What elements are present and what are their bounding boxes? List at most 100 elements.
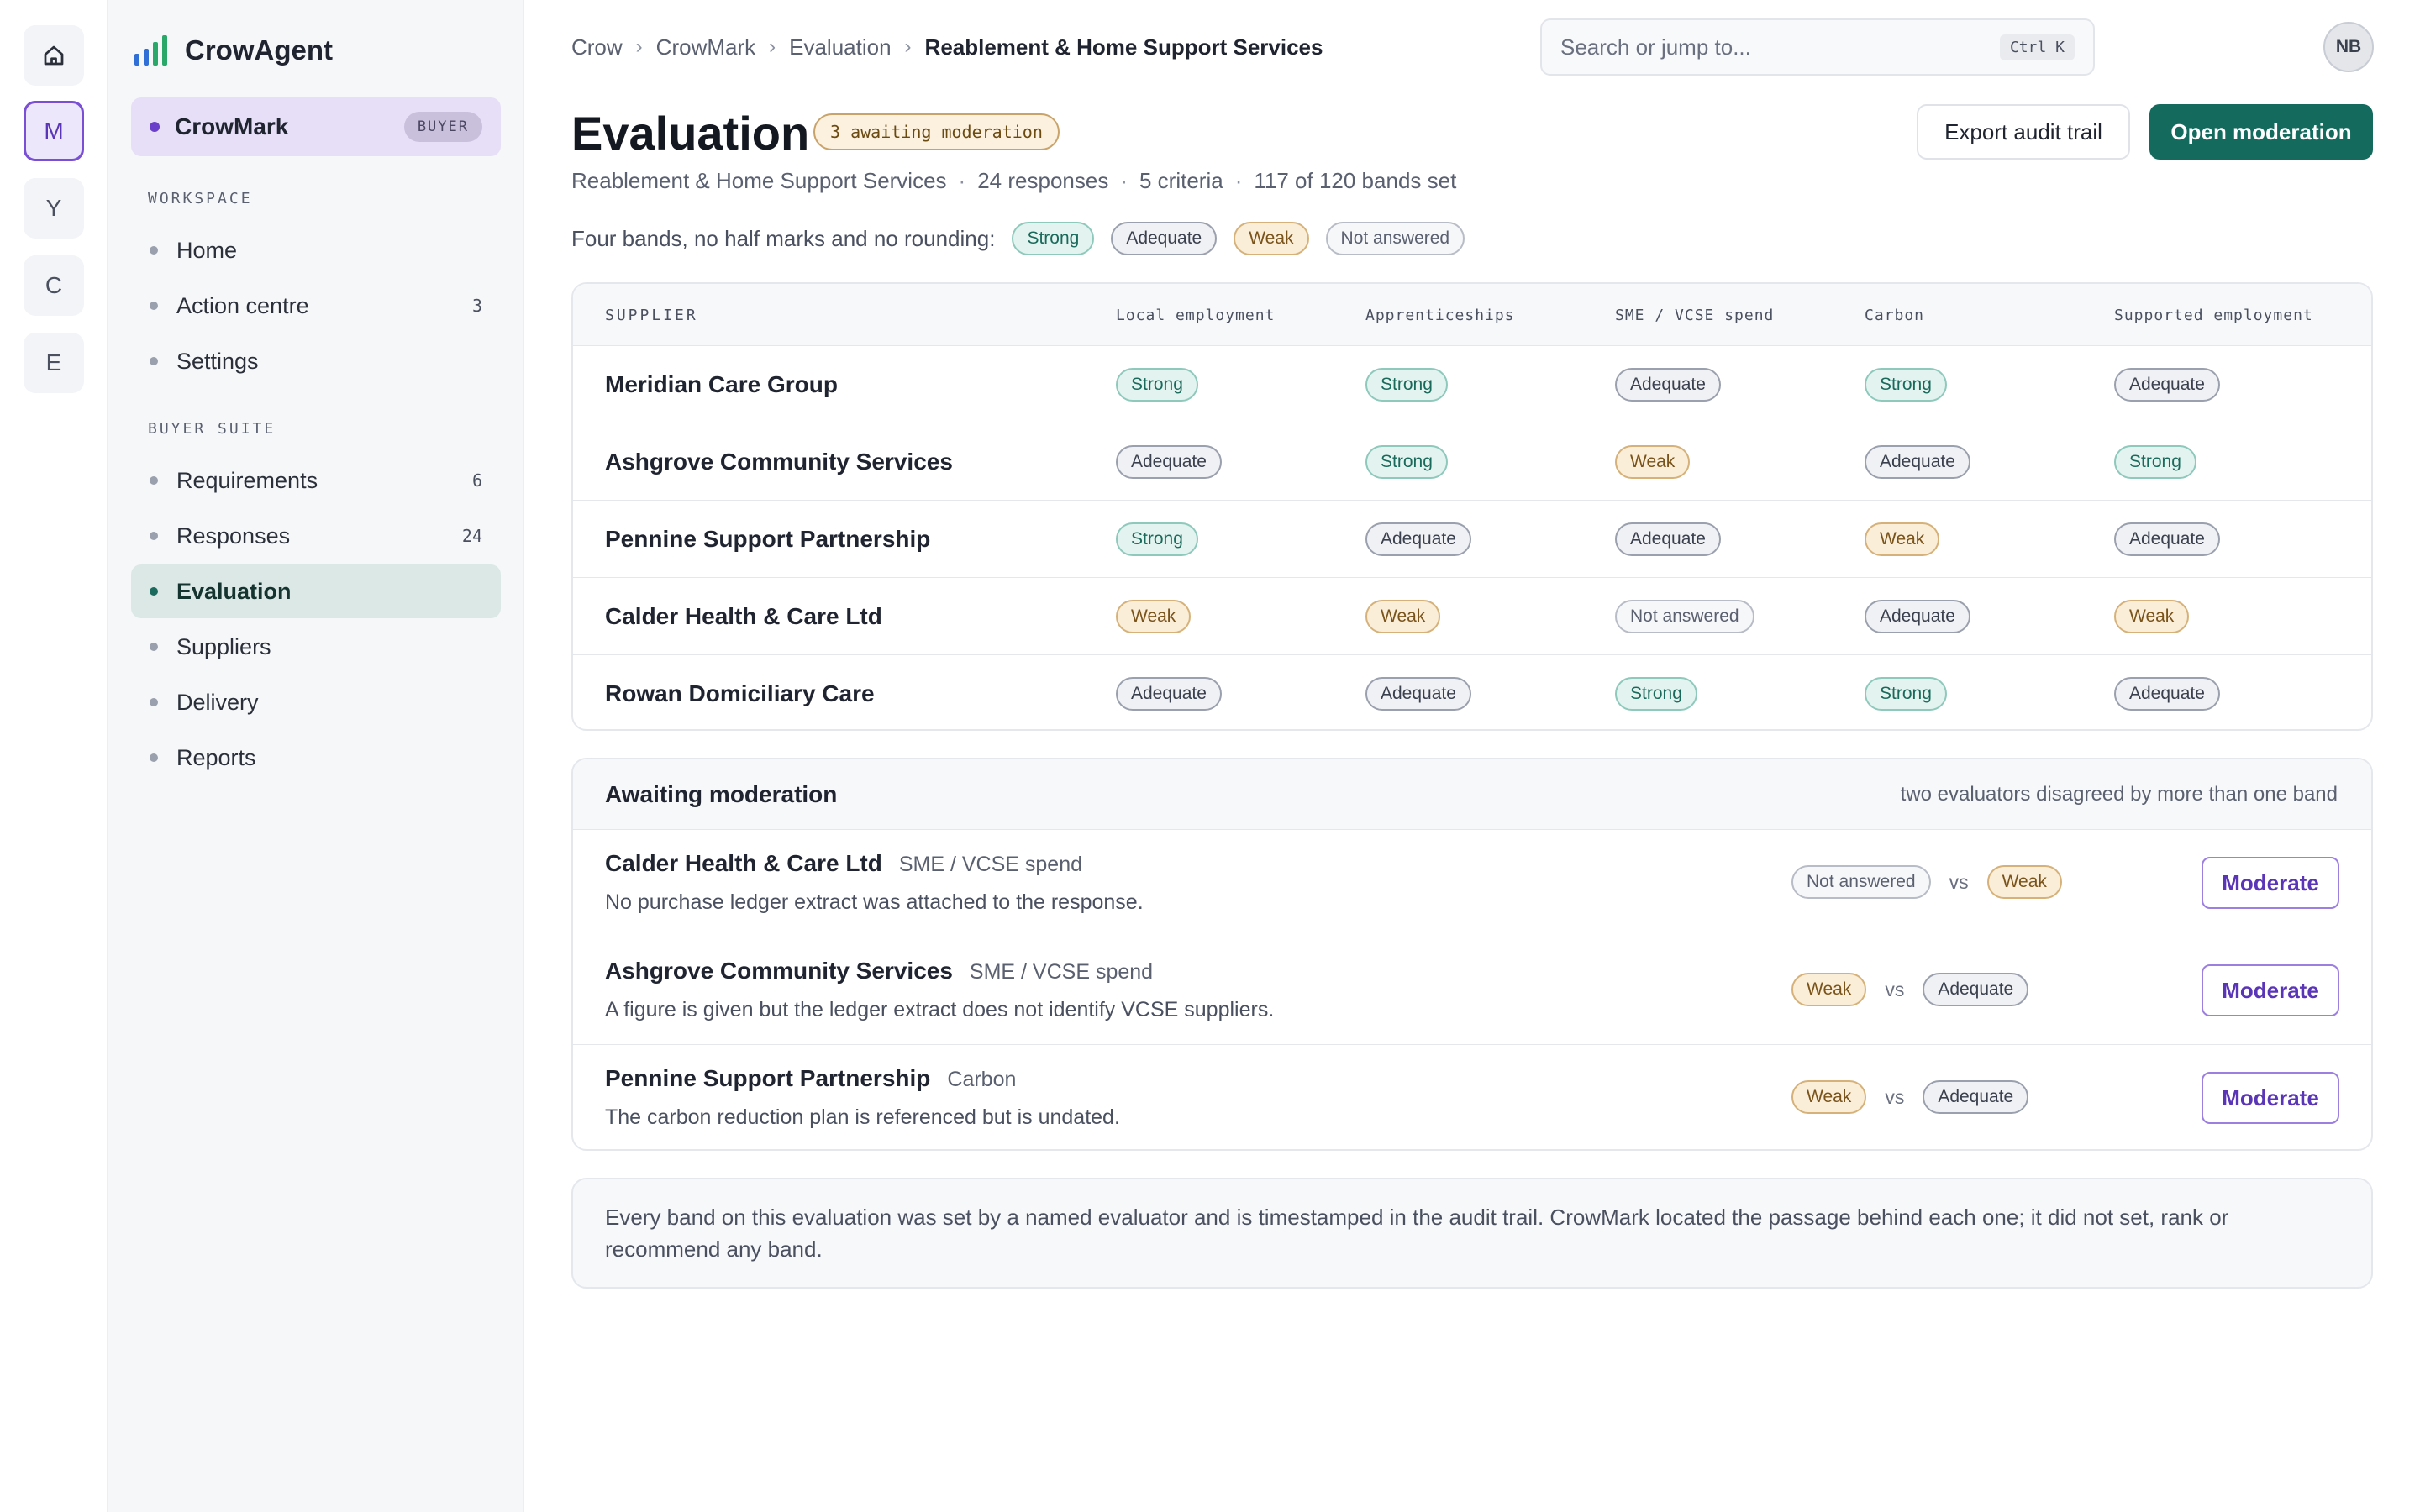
band-legend-strong: Strong	[1012, 222, 1095, 255]
band-pill-strong[interactable]: Strong	[1116, 368, 1198, 402]
moderation-criterion: SME / VCSE spend	[898, 853, 1083, 876]
band-pill-adequate[interactable]: Adequate	[1365, 522, 1471, 556]
separator-dot: ·	[1234, 168, 1243, 193]
moderate-button[interactable]: Moderate	[2202, 964, 2339, 1016]
product-switcher[interactable]: CrowMark BUYER	[131, 97, 501, 156]
chevron-right-icon: ›	[904, 35, 912, 58]
sidebar-item-settings[interactable]: Settings	[131, 334, 501, 388]
band-pill-weak[interactable]: Weak	[1116, 600, 1192, 633]
role-badge: BUYER	[403, 112, 482, 142]
bullet-icon	[150, 357, 158, 365]
subtitle-responses: 24 responses	[977, 168, 1109, 193]
band-pill-adequate[interactable]: Adequate	[2114, 677, 2220, 711]
column-header-criterion: Local employment	[1116, 306, 1276, 324]
band-legend-adequate: Adequate	[1111, 222, 1218, 255]
supplier-name: Pennine Support Partnership	[605, 526, 931, 552]
sidebar-item-label: Delivery	[176, 689, 259, 715]
band-pill-adequate[interactable]: Adequate	[1865, 445, 1970, 479]
moderation-supplier: Calder Health & Care Ltd	[605, 850, 882, 876]
open-moderation-button[interactable]: Open moderation	[2149, 104, 2373, 160]
search-input[interactable]	[1560, 34, 2000, 60]
moderation-criterion: SME / VCSE spend	[969, 960, 1154, 984]
sidebar-item-count: 3	[471, 296, 482, 316]
sidebar-item-requirements[interactable]: Requirements 6	[131, 454, 501, 507]
table-row[interactable]: Ashgrove Community Services Adequate Stron…	[573, 423, 2371, 501]
band-pill-weak[interactable]: Weak	[1865, 522, 1940, 556]
sidebar-item-suppliers[interactable]: Suppliers	[131, 620, 501, 674]
rail-app-c[interactable]: C	[24, 255, 84, 316]
sidebar-item-responses[interactable]: Responses 24	[131, 509, 501, 563]
band-pill-strong[interactable]: Strong	[1365, 445, 1448, 479]
band-pill-adequate: Adequate	[1923, 973, 2029, 1006]
column-header-criterion: Carbon	[1865, 306, 1925, 324]
band-pill-strong[interactable]: Strong	[1865, 677, 1947, 711]
sidebar-item-action-centre[interactable]: Action centre 3	[131, 279, 501, 333]
table-row[interactable]: Pennine Support Partnership Strong Adequat…	[573, 501, 2371, 578]
brand[interactable]: CrowAgent	[134, 30, 333, 71]
band-pill-not-answered[interactable]: Not answered	[1615, 600, 1754, 633]
band-pill-strong[interactable]: Strong	[2114, 445, 2196, 479]
rail-app-e[interactable]: E	[24, 333, 84, 393]
band-pill-adequate[interactable]: Adequate	[1116, 445, 1222, 479]
band-pill-weak: Weak	[1791, 973, 1867, 1006]
moderation-item-heading: Pennine Support Partnership Carbon	[605, 1065, 1016, 1092]
moderate-button[interactable]: Moderate	[2202, 1072, 2339, 1124]
moderate-button[interactable]: Moderate	[2202, 857, 2339, 909]
product-dot-icon	[150, 122, 160, 132]
band-pill-strong[interactable]: Strong	[1365, 368, 1448, 402]
breadcrumb-crow[interactable]: Crow	[571, 34, 623, 60]
table-row[interactable]: Calder Health & Care Ltd Weak Weak Not answ…	[573, 578, 2371, 655]
band-pill-weak[interactable]: Weak	[2114, 600, 2190, 633]
breadcrumb-crowmark[interactable]: CrowMark	[656, 34, 755, 60]
band-pill-adequate[interactable]: Adequate	[1365, 677, 1471, 711]
export-audit-trail-button[interactable]: Export audit trail	[1917, 104, 2130, 160]
column-header-criterion: SME / VCSE spend	[1615, 306, 1775, 324]
home-icon[interactable]	[24, 25, 84, 86]
moderation-item-heading: Calder Health & Care Ltd SME / VCSE spen…	[605, 850, 1082, 877]
column-header-supplier: SUPPLIER	[605, 306, 698, 324]
table-header: SUPPLIER Local employment Apprenticeship…	[573, 284, 2371, 346]
sidebar-item-reports[interactable]: Reports	[131, 731, 501, 785]
subtitle-service: Reablement & Home Support Services	[571, 168, 947, 193]
band-pill-strong[interactable]: Strong	[1615, 677, 1697, 711]
band-pill-adequate[interactable]: Adequate	[1615, 522, 1721, 556]
shortcut-hint: Ctrl K	[1999, 34, 2075, 60]
sidebar-item-delivery[interactable]: Delivery	[131, 675, 501, 729]
table-body: Meridian Care Group Strong Strong Adequate S…	[573, 346, 2371, 729]
sidebar-item-home[interactable]: Home	[131, 223, 501, 277]
breadcrumb-evaluation[interactable]: Evaluation	[789, 34, 891, 60]
table-row[interactable]: Meridian Care Group Strong Strong Adequate S…	[573, 346, 2371, 423]
rail-app-y[interactable]: Y	[24, 178, 84, 239]
sidebar-item-evaluation[interactable]: Evaluation	[131, 564, 501, 618]
band-pill-adequate[interactable]: Adequate	[2114, 368, 2220, 402]
band-pill-weak[interactable]: Weak	[1365, 600, 1441, 633]
supplier-name: Meridian Care Group	[605, 371, 838, 397]
sidebar-item-count: 24	[461, 526, 482, 546]
product-name: CrowMark	[175, 113, 289, 139]
sidebar-item-label: Reports	[176, 744, 256, 770]
band-pill-weak[interactable]: Weak	[1615, 445, 1691, 479]
band-pill-adequate[interactable]: Adequate	[1865, 600, 1970, 633]
band-pill-adequate[interactable]: Adequate	[2114, 522, 2220, 556]
signal-bars-icon	[134, 35, 167, 66]
avatar[interactable]: NB	[2323, 22, 2374, 72]
moderation-item: Calder Health & Care Ltd SME / VCSE spen…	[573, 830, 2371, 937]
band-pill-weak: Weak	[1791, 1080, 1867, 1114]
bullet-icon	[150, 476, 158, 485]
moderation-note: two evaluators disagreed by more than on…	[1900, 783, 2338, 806]
table-row[interactable]: Rowan Domiciliary Care Adequate Adequate St…	[573, 655, 2371, 729]
band-pill-adequate[interactable]: Adequate	[1615, 368, 1721, 402]
moderation-item: Pennine Support Partnership Carbon The c…	[573, 1045, 2371, 1149]
sidebar-item-label: Suppliers	[176, 633, 271, 659]
moderation-title: Awaiting moderation	[605, 781, 838, 807]
page-title: Evaluation	[571, 107, 810, 160]
moderation-queue: Awaiting moderation two evaluators disag…	[571, 758, 2373, 1151]
rail-app-crowmark[interactable]: M	[24, 101, 84, 161]
search-box[interactable]: Ctrl K	[1540, 18, 2095, 76]
separator-dot: ·	[1120, 168, 1128, 193]
breadcrumb: Crow › CrowMark › Evaluation › Reablemen…	[571, 32, 1323, 62]
band-pill-adequate[interactable]: Adequate	[1116, 677, 1222, 711]
band-comparison: Weak vs Adequate	[1791, 1080, 2029, 1114]
band-pill-strong[interactable]: Strong	[1116, 522, 1198, 556]
band-pill-strong[interactable]: Strong	[1865, 368, 1947, 402]
